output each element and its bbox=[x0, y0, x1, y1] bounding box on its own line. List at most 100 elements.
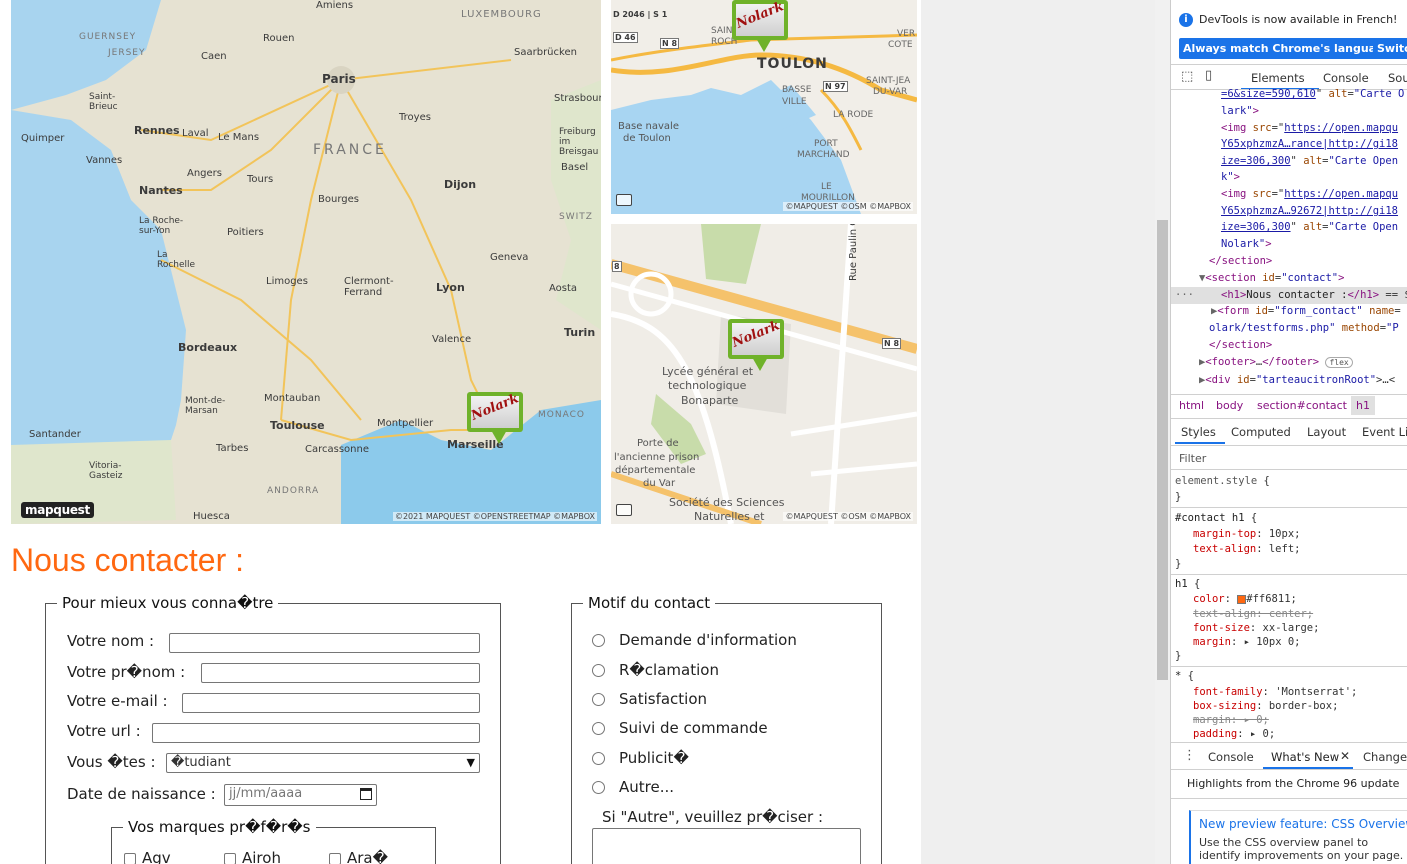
motif-radio-autre[interactable] bbox=[592, 781, 605, 794]
dom-line[interactable]: ▶<footer>…</footer> flex bbox=[1199, 354, 1353, 372]
map-label: départementale bbox=[615, 465, 696, 476]
divider bbox=[1171, 394, 1407, 395]
nom-label: Votre nom : bbox=[67, 632, 155, 650]
map-label: VILLE bbox=[782, 97, 807, 107]
dom-line[interactable]: ize=306,300" alt="Carte Open bbox=[1221, 153, 1398, 170]
motif-radio-info[interactable] bbox=[592, 634, 605, 647]
brand-label: Agv bbox=[142, 849, 171, 864]
map-label: MARCHAND bbox=[797, 150, 850, 160]
style-rule: } bbox=[1175, 491, 1182, 503]
dom-line[interactable]: Y65xphzmzA…rance|http://gi18 bbox=[1221, 136, 1398, 153]
map-label: Laval bbox=[182, 128, 209, 139]
device-toolbar-icon[interactable]: ▯ bbox=[1205, 68, 1212, 83]
drawer-menu-icon[interactable]: ⋮ bbox=[1183, 748, 1196, 763]
style-rule[interactable]: #contact h1 { bbox=[1175, 510, 1257, 527]
tab-layout[interactable]: Layout bbox=[1307, 425, 1346, 439]
tab-event-listeners[interactable]: Event Lis bbox=[1362, 425, 1407, 439]
dom-line[interactable]: olark/testforms.php" method="P bbox=[1209, 320, 1399, 337]
tab-sources[interactable]: Sou bbox=[1388, 71, 1407, 85]
dom-line[interactable]: </section> bbox=[1209, 253, 1272, 270]
dom-line[interactable]: <img src="https://open.mapqu bbox=[1221, 186, 1398, 203]
map-label: Naturelles et bbox=[694, 510, 765, 523]
mapquest-logo[interactable]: mapquest bbox=[21, 502, 94, 518]
nolark-marker[interactable]: Nolark bbox=[732, 0, 788, 52]
styles-filter-input[interactable]: Filter bbox=[1179, 452, 1206, 465]
preview-title[interactable]: New preview feature: CSS Overview bbox=[1199, 817, 1407, 831]
drawer-tab-console[interactable]: Console bbox=[1208, 750, 1254, 764]
dom-line[interactable]: Y65xphzmzA…92672|http://gi18 bbox=[1221, 203, 1398, 220]
divider bbox=[1171, 418, 1407, 419]
style-rule[interactable]: * { bbox=[1175, 668, 1194, 685]
dom-line[interactable]: <img src="https://open.mapqu bbox=[1221, 120, 1398, 137]
more-icon[interactable]: ··· bbox=[1175, 287, 1194, 304]
dom-line[interactable]: =6&size=590,610" alt="Carte O bbox=[1221, 86, 1404, 103]
dom-line[interactable]: k"> bbox=[1221, 169, 1240, 186]
layers-icon[interactable] bbox=[616, 504, 632, 516]
map-label: Saarbrücken bbox=[514, 47, 577, 58]
map-label: Strasbourg bbox=[554, 93, 601, 104]
dom-line[interactable]: Nolark"> bbox=[1221, 236, 1272, 253]
style-decl[interactable]: text-align: left; bbox=[1193, 541, 1300, 558]
tab-console[interactable]: Console bbox=[1323, 71, 1369, 85]
style-decl[interactable]: padding: ▸ 0; bbox=[1193, 726, 1275, 743]
layers-icon[interactable] bbox=[616, 194, 632, 206]
prenom-input[interactable] bbox=[201, 663, 480, 683]
map-toulon[interactable]: D 2046 | S 1 D 46 N 8 SAIN ROCH VER COTE… bbox=[611, 0, 917, 214]
divider bbox=[1171, 769, 1407, 770]
dom-line[interactable]: lark"> bbox=[1221, 103, 1259, 120]
dom-line-selected[interactable]: <h1>Nous contacter :</h1> == $0 bbox=[1221, 287, 1407, 304]
motif-radio-reclamation[interactable] bbox=[592, 664, 605, 677]
breadcrumb-body[interactable]: body bbox=[1216, 399, 1243, 412]
devtools-notice: DevTools is now available in French! bbox=[1199, 13, 1398, 26]
map-france[interactable]: Amiens LUXEMBOURG GUERNSEY JERSEY Caen R… bbox=[11, 0, 601, 524]
tab-elements[interactable]: Elements bbox=[1251, 71, 1305, 85]
dom-line[interactable]: </section> bbox=[1209, 337, 1272, 354]
map-label: Geneva bbox=[490, 252, 529, 263]
map-label: Nantes bbox=[139, 184, 183, 197]
style-rule[interactable]: element.style { bbox=[1175, 473, 1270, 490]
birth-date-input[interactable]: jj/mm/aaaa bbox=[224, 784, 377, 806]
breadcrumb-html[interactable]: html bbox=[1179, 399, 1204, 412]
map-label: Aosta bbox=[549, 283, 578, 294]
breadcrumb-section[interactable]: section#contact bbox=[1257, 399, 1347, 412]
motif-radio-suivi[interactable] bbox=[592, 722, 605, 735]
style-rule: } bbox=[1175, 650, 1182, 662]
close-icon[interactable]: ✕ bbox=[1340, 749, 1350, 763]
url-input[interactable] bbox=[152, 723, 480, 743]
divider bbox=[1171, 742, 1407, 743]
map-label: Rue Paulin Guérin bbox=[848, 224, 859, 281]
drawer-tab-whats-new[interactable]: What's New bbox=[1271, 750, 1339, 764]
motif-radio-satisfaction[interactable] bbox=[592, 693, 605, 706]
map-lycee[interactable]: Rue Paulin Guérin N 8 Lycée général et t… bbox=[611, 224, 917, 524]
status-select[interactable]: �tudiant ▼ bbox=[166, 753, 480, 773]
map-label: Toulouse bbox=[270, 419, 325, 432]
match-language-button[interactable]: Always match Chrome's language bbox=[1179, 38, 1396, 59]
breadcrumb-h1[interactable]: h1 bbox=[1351, 396, 1375, 415]
inspect-icon[interactable]: ⬚ bbox=[1181, 69, 1193, 84]
brand-checkbox-arai[interactable] bbox=[329, 853, 341, 864]
color-swatch[interactable] bbox=[1237, 594, 1247, 604]
other-textarea[interactable] bbox=[592, 828, 861, 864]
motif-radio-publicite[interactable] bbox=[592, 752, 605, 765]
tab-styles[interactable]: Styles bbox=[1181, 425, 1216, 439]
drawer-tab-changes[interactable]: Changes bbox=[1363, 750, 1407, 764]
marker-tip bbox=[491, 430, 507, 444]
email-input[interactable] bbox=[182, 693, 480, 713]
style-decl[interactable]: margin: ▸ 10px 0; bbox=[1193, 634, 1300, 651]
dom-line[interactable]: ize=306,300" alt="Carte Open bbox=[1221, 219, 1398, 236]
dom-line[interactable]: ▼<section id="contact"> bbox=[1199, 270, 1344, 287]
page-scrollbar-thumb[interactable] bbox=[1157, 220, 1168, 680]
divider bbox=[1171, 574, 1407, 575]
dom-line[interactable]: ▶<div id="tarteaucitronRoot">…< bbox=[1199, 372, 1395, 389]
nolark-marker[interactable]: Nolark bbox=[728, 318, 784, 371]
brand-checkbox-agv[interactable] bbox=[124, 853, 136, 864]
switch-language-button[interactable]: Switch bbox=[1373, 38, 1407, 59]
map-label: Lyon bbox=[436, 281, 465, 294]
calendar-icon[interactable] bbox=[360, 788, 372, 800]
nom-input[interactable] bbox=[169, 633, 480, 653]
map-label: Clermont-Ferrand bbox=[344, 276, 394, 298]
tab-computed[interactable]: Computed bbox=[1231, 425, 1291, 439]
nolark-marker[interactable]: Nolark bbox=[467, 391, 523, 444]
brand-checkbox-airoh[interactable] bbox=[224, 853, 236, 864]
dom-line[interactable]: ▶<form id="form_contact" name= bbox=[1211, 303, 1401, 320]
